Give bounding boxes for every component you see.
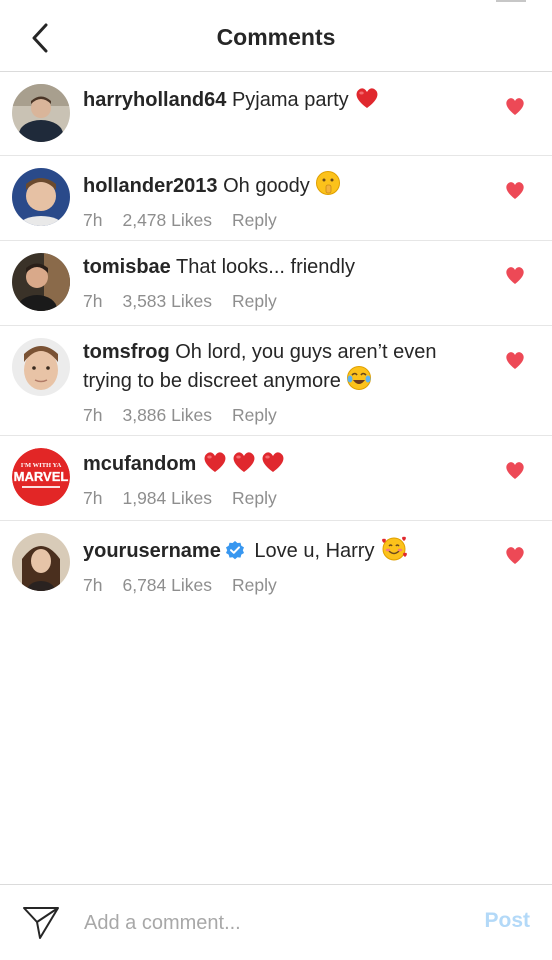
comment-meta: 7h 2,478 Likes Reply (83, 210, 482, 231)
comment-username[interactable]: harryholland64 (83, 89, 226, 111)
like-heart-icon[interactable] (504, 460, 526, 480)
comment-text: mcufandom (83, 450, 482, 477)
like-heart-icon[interactable] (504, 180, 526, 200)
reply-button[interactable]: Reply (232, 405, 277, 426)
post-button[interactable]: Post (484, 909, 530, 933)
tears-of-joy-emoji-icon (347, 366, 372, 390)
avatar[interactable]: I'M WITH YA MARVEL (12, 448, 70, 506)
comment-meta: 7h 3,583 Likes Reply (83, 291, 482, 312)
comment-time: 7h (83, 291, 103, 311)
reply-button[interactable]: Reply (232, 488, 277, 509)
comment-item: hollander2013 Oh goody 7h 2,478 Likes Re… (0, 156, 552, 241)
comment-meta: 7h 6,784 Likes Reply (83, 575, 482, 596)
smiling-face-with-hearts-emoji-icon (382, 536, 407, 561)
comment-item: yourusername Love u, Harry 7h 6,784 Like… (0, 521, 552, 606)
comment-time: 7h (83, 405, 103, 425)
comment-meta: 7h 1,984 Likes Reply (83, 488, 482, 509)
avatar-logo-line1: I'M WITH YA (21, 462, 62, 469)
like-heart-icon[interactable] (504, 545, 526, 565)
avatar[interactable] (12, 253, 70, 311)
shushing-face-emoji-icon (316, 171, 341, 195)
comment-meta: 7h 3,886 Likes Reply (83, 405, 482, 426)
comment-username[interactable]: tomsfrog (83, 341, 170, 363)
comment-message: That looks... friendly (176, 256, 355, 278)
comment-likes[interactable]: 2,478 Likes (122, 210, 212, 231)
like-heart-icon[interactable] (504, 265, 526, 285)
comment-username[interactable]: tomisbae (83, 256, 171, 278)
comment-time: 7h (83, 488, 103, 508)
header-bar: Comments (0, 0, 552, 72)
comment-item: harryholland64 Pyjama party (0, 72, 552, 156)
send-direct-icon[interactable] (22, 905, 60, 941)
comment-time: 7h (83, 210, 103, 230)
comment-text: tomisbae That looks... friendly (83, 255, 482, 280)
comment-composer: Post (0, 884, 552, 960)
comment-username[interactable]: yourusername (83, 540, 221, 562)
like-heart-icon[interactable] (504, 350, 526, 370)
avatar[interactable] (12, 533, 70, 591)
comment-list: harryholland64 Pyjama party hollander201… (0, 72, 552, 606)
reply-button[interactable]: Reply (232, 575, 277, 596)
reply-button[interactable]: Reply (232, 210, 277, 231)
comment-username[interactable]: hollander2013 (83, 175, 218, 197)
comment-username[interactable]: mcufandom (83, 453, 196, 475)
comment-item: tomisbae That looks... friendly 7h 3,583… (0, 241, 552, 326)
comment-item: I'M WITH YA MARVEL mcufandom 7h 1,984 Li… (0, 436, 552, 521)
comment-text: harryholland64 Pyjama party (83, 86, 482, 113)
comment-text: yourusername Love u, Harry (83, 535, 482, 564)
like-heart-icon[interactable] (504, 96, 526, 116)
comment-time: 7h (83, 575, 103, 595)
comment-text: tomsfrog Oh lord, you guys aren’t even t… (83, 340, 482, 394)
status-bar-remnant (496, 0, 526, 2)
reply-button[interactable]: Reply (232, 291, 277, 312)
comment-text: hollander2013 Oh goody (83, 170, 482, 199)
comment-likes[interactable]: 6,784 Likes (122, 575, 212, 596)
comment-likes[interactable]: 3,886 Likes (122, 405, 212, 426)
red-heart-emoji-icon (356, 88, 378, 108)
verified-badge-icon (225, 541, 244, 560)
avatar[interactable] (12, 338, 70, 396)
avatar-logo-line2: MARVEL (14, 469, 69, 484)
comment-message: Pyjama party (231, 89, 349, 111)
page-title: Comments (216, 24, 336, 50)
comment-item: tomsfrog Oh lord, you guys aren’t even t… (0, 326, 552, 436)
comment-likes[interactable]: 1,984 Likes (122, 488, 212, 509)
comment-message: Oh goody (223, 175, 310, 197)
three-hearts-emoji-icon (202, 452, 286, 475)
comment-likes[interactable]: 3,583 Likes (122, 291, 212, 312)
avatar[interactable] (12, 168, 70, 226)
comment-input[interactable] (84, 907, 444, 939)
comment-message: Love u, Harry (254, 540, 375, 562)
avatar[interactable] (12, 84, 70, 142)
